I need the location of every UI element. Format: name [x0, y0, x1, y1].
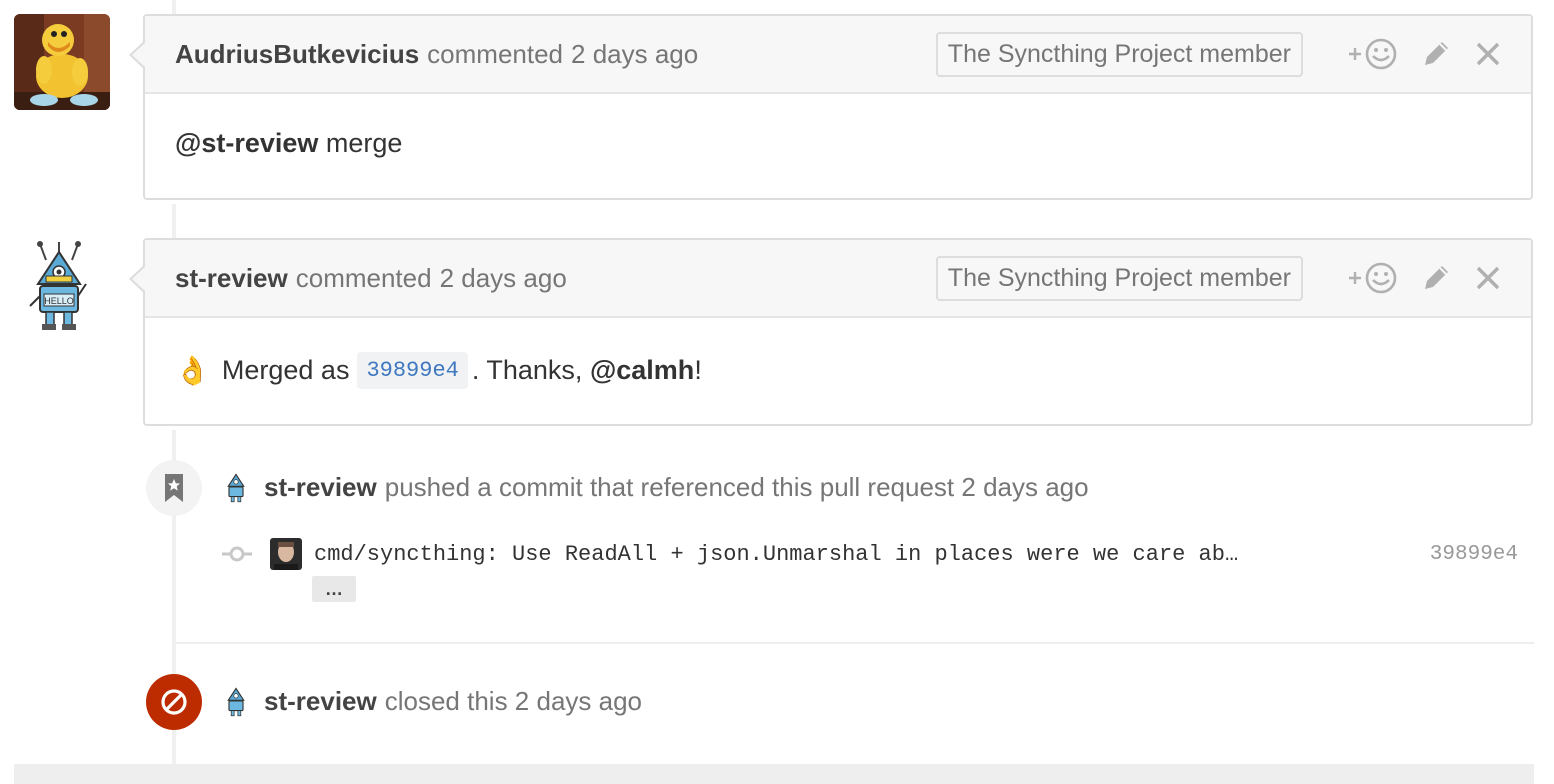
bottom-bar — [14, 764, 1534, 784]
closed-event: st-review closed this 2 days ago — [222, 684, 642, 718]
bookmark-icon — [146, 460, 202, 516]
comment-text: . Thanks, — [471, 355, 590, 385]
comment-text: merge — [318, 128, 403, 158]
svg-text:HELLO: HELLO — [44, 296, 74, 306]
circle-slash-icon — [146, 674, 202, 730]
commit-message[interactable]: cmd/syncthing: Use ReadAll + json.Unmars… — [314, 542, 1238, 567]
commit-sha-link[interactable]: 39899e4 — [357, 352, 468, 389]
comment-body: @st-review merge — [145, 94, 1531, 193]
close-icon[interactable] — [1475, 265, 1501, 291]
add-reaction-icon[interactable] — [1345, 37, 1401, 71]
comment-timestamp[interactable]: 2 days ago — [440, 263, 567, 294]
comment-card: st-review commented 2 days ago The Synct… — [129, 238, 1533, 426]
comment-author[interactable]: st-review — [175, 263, 288, 294]
comment-text: ! — [694, 355, 702, 385]
pencil-icon[interactable] — [1419, 261, 1453, 295]
close-icon[interactable] — [1475, 41, 1501, 67]
commit-author-avatar[interactable] — [270, 538, 302, 570]
member-badge: The Syncthing Project member — [935, 31, 1303, 77]
event-text: pushed a commit that referenced this pul… — [384, 471, 1089, 502]
ok-hand-emoji: 👌 — [175, 355, 210, 386]
commit-row: cmd/syncthing: Use ReadAll + json.Unmars… — [222, 534, 1518, 574]
avatar-st-review-small[interactable] — [222, 470, 250, 504]
user-mention[interactable]: @st-review — [175, 128, 318, 159]
user-mention[interactable]: @calmh — [590, 355, 694, 386]
event-text: closed this 2 days ago — [384, 685, 643, 716]
comment-card: AudriusButkevicius commented 2 days ago … — [129, 14, 1533, 200]
pencil-icon[interactable] — [1419, 37, 1453, 71]
comment-timestamp[interactable]: 2 days ago — [571, 39, 698, 70]
expand-commit-button[interactable]: … — [312, 576, 356, 602]
comment-header: AudriusButkevicius commented 2 days ago … — [129, 16, 1531, 94]
comment-text: Merged as — [221, 355, 350, 385]
timeline-divider — [176, 642, 1534, 644]
avatar-st-review[interactable]: HELLO — [26, 240, 92, 332]
timeline-line — [172, 0, 176, 14]
event-author[interactable]: st-review — [264, 472, 377, 503]
event-author[interactable]: st-review — [264, 686, 377, 717]
comment-author[interactable]: AudriusButkevicius — [175, 39, 419, 70]
comment-header: st-review commented 2 days ago The Synct… — [129, 240, 1531, 318]
member-badge: The Syncthing Project member — [935, 255, 1303, 301]
timeline-line — [172, 204, 176, 240]
comment-action: commented — [427, 38, 564, 69]
comment-body: 👌 Merged as 39899e4 . Thanks, @calmh ! — [145, 318, 1531, 423]
comment-action: commented — [295, 262, 432, 293]
add-reaction-icon[interactable] — [1345, 261, 1401, 295]
commit-sha[interactable]: 39899e4 — [1430, 543, 1518, 566]
push-event: st-review pushed a commit that reference… — [222, 470, 1089, 504]
avatar-audriusbutkevicius[interactable] — [14, 14, 110, 110]
git-commit-icon — [222, 544, 252, 564]
avatar-st-review-small[interactable] — [222, 684, 250, 718]
